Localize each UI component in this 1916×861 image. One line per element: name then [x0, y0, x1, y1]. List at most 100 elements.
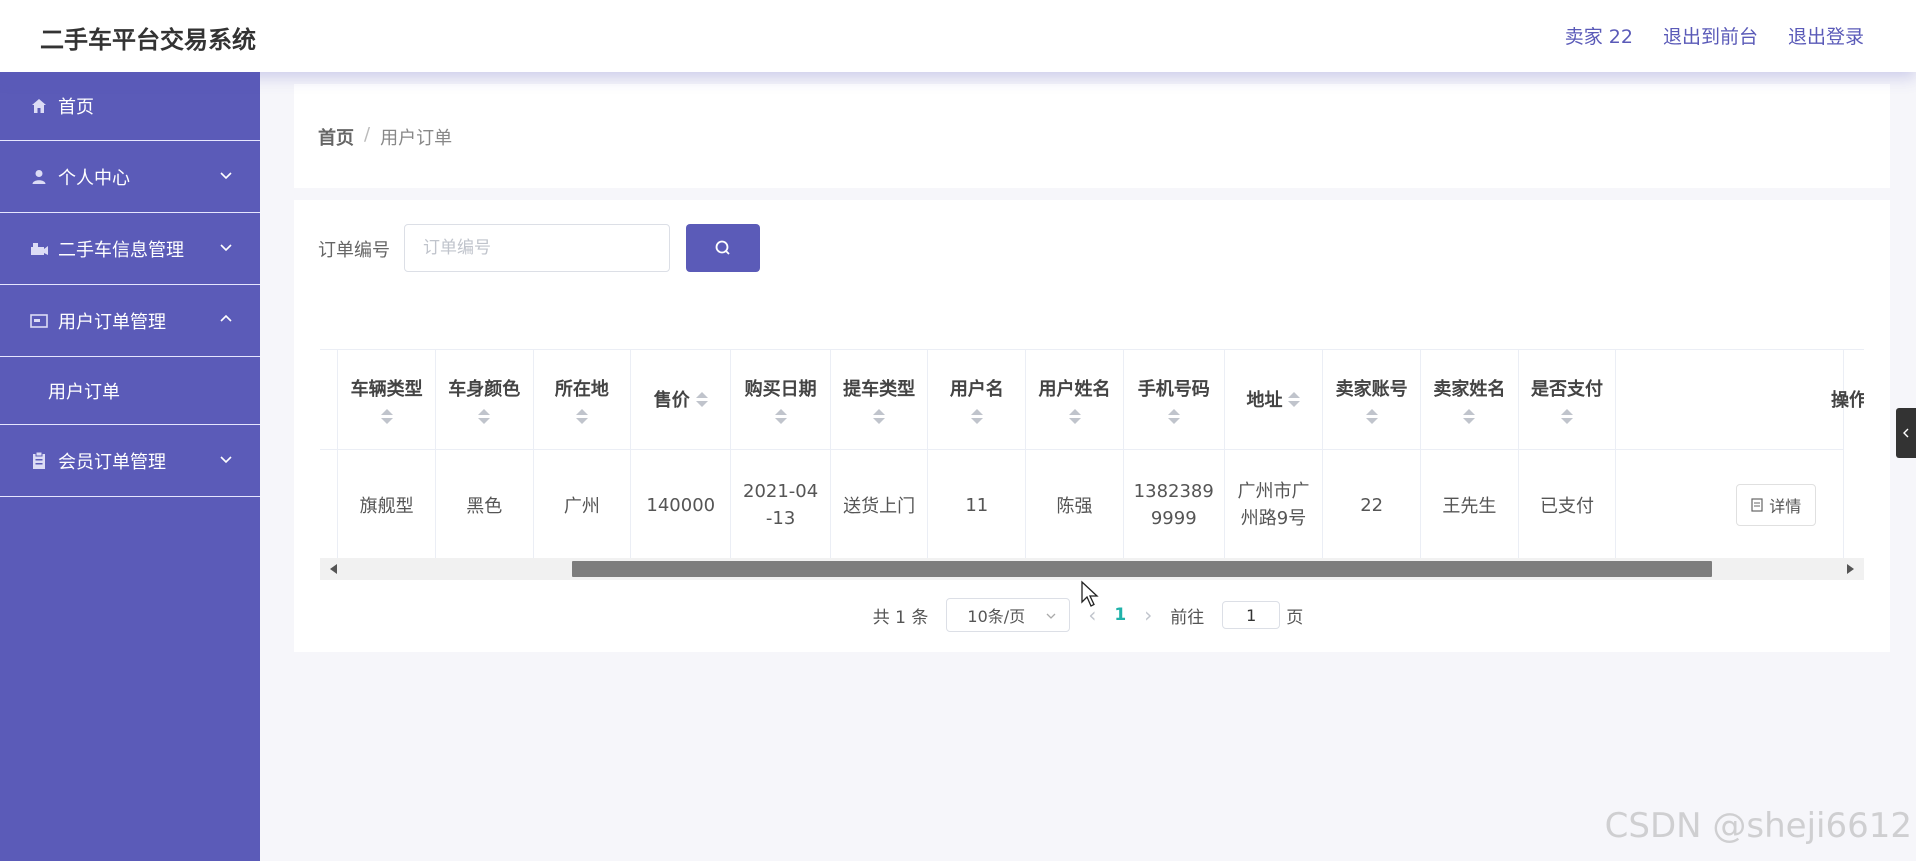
watermark: CSDN @sheji6612 [1604, 806, 1912, 846]
sort-icon [478, 408, 491, 424]
sidebar-item-car-info[interactable]: 二手车信息管理 [0, 213, 260, 285]
search-button[interactable] [686, 224, 760, 272]
table-cell: 22 [1322, 449, 1422, 562]
order-icon [28, 310, 50, 332]
sort-icon [970, 408, 983, 424]
chevron-down-icon [1046, 613, 1056, 619]
table-cell: 广州 [533, 449, 632, 562]
table-cell: 1382389 9999 [1123, 449, 1225, 562]
table-cell: 黑色 [435, 449, 534, 562]
sidebar-item-member-orders[interactable]: 会员订单管理 [0, 425, 260, 497]
sort-icon [695, 391, 708, 407]
breadcrumb-current: 用户订单 [380, 128, 453, 149]
table-header-cell[interactable]: 用户姓名 [1025, 350, 1124, 450]
table-header-cell[interactable]: 所在地 [533, 350, 632, 450]
scrollbar-thumb[interactable] [572, 561, 1712, 577]
table-cell: 2021-04 -13 [730, 449, 831, 562]
table-header-cell[interactable]: 车辆类型 [337, 350, 436, 450]
pagination-total: 共 1 条 [872, 607, 929, 628]
table-header-cell[interactable]: 售价 [630, 350, 732, 450]
table-cell: 140000 [630, 449, 732, 562]
document-icon [1751, 498, 1763, 512]
breadcrumb-card: 首页 / 用户订单 [294, 84, 1890, 188]
goto-label: 前往 [1170, 607, 1205, 628]
sidebar-item-user-orders[interactable]: 用户订单管理 [0, 285, 260, 357]
sidebar-item-label: 二手车信息管理 [58, 239, 184, 261]
detail-button[interactable]: 详情 [1736, 484, 1817, 526]
search-icon [715, 240, 730, 255]
table-header-cell[interactable]: 提车类型 [830, 350, 929, 450]
table-header-cell[interactable]: 是否支付 [1518, 350, 1617, 450]
top-header: 二手车平台交易系统 卖家 22 退出到前台 退出登录 [0, 0, 1916, 72]
main-content: 首页 / 用户订单 订单编号 车辆类型 车身颜色 [260, 72, 1916, 861]
logout-link[interactable]: 退出登录 [1788, 22, 1864, 49]
sort-icon [380, 408, 393, 424]
order-number-input[interactable] [404, 224, 670, 272]
table-header-cell-actions: 操作 [1615, 350, 1864, 450]
horizontal-scrollbar[interactable] [320, 558, 1864, 580]
clipboard-icon [28, 450, 50, 472]
next-page-icon[interactable]: › [1144, 603, 1152, 627]
table-header-cell[interactable]: 用户名 [927, 350, 1027, 450]
sort-icon [575, 408, 588, 424]
page-number-current[interactable]: 1 [1114, 605, 1126, 625]
sidebar-item-label: 首页 [58, 97, 94, 118]
chevron-up-icon [220, 314, 232, 322]
goto-page-input[interactable] [1222, 601, 1281, 629]
scroll-left-arrow-icon[interactable] [330, 564, 337, 574]
breadcrumb-separator: / [364, 124, 371, 145]
sidebar: 首页 个人中心 二手车信息管理 用户订单管理 用户订单 会员订单管理 [0, 72, 260, 861]
sort-icon [1365, 408, 1378, 424]
sort-icon [1560, 408, 1573, 424]
sidebar-item-personal-center[interactable]: 个人中心 [0, 141, 260, 213]
sidebar-item-label: 会员订单管理 [58, 451, 166, 473]
home-icon [28, 95, 50, 117]
search-label: 订单编号 [318, 240, 390, 261]
user-icon [28, 166, 50, 188]
table-cell: 已支付 [1518, 449, 1617, 562]
sort-icon [1167, 408, 1180, 424]
sidebar-subitem-user-order[interactable]: 用户订单 [0, 357, 260, 425]
panel-toggle-button[interactable] [1896, 408, 1916, 458]
exit-to-front-link[interactable]: 退出到前台 [1663, 22, 1758, 49]
chevron-left-icon [1903, 428, 1909, 438]
orders-table: 车辆类型 车身颜色 所在地 售价 购买日期 提车类型 用户名 用户姓名 手机号码… [320, 349, 1864, 584]
table-header-cell[interactable]: 地址 [1224, 350, 1324, 450]
breadcrumb-home[interactable]: 首页 [318, 124, 354, 150]
table-header-cell[interactable]: 卖家姓名 [1420, 350, 1519, 450]
sidebar-item-label: 个人中心 [58, 167, 130, 189]
car-icon [28, 238, 50, 260]
table-cell: 王先生 [1420, 449, 1519, 562]
table-cell: 广州市广 州路9号 [1224, 449, 1324, 562]
chevron-down-icon [220, 244, 232, 252]
sidebar-item-label: 用户订单管理 [58, 311, 166, 333]
table-header-cell[interactable]: 车身颜色 [435, 350, 534, 450]
mouse-cursor-icon [1081, 580, 1099, 607]
header-actions: 卖家 22 退出到前台 退出登录 [1565, 22, 1864, 49]
sort-icon [873, 408, 886, 424]
table-cell: 旗舰型 [337, 449, 436, 562]
sort-icon [1288, 391, 1301, 407]
table-header-cell[interactable]: 卖家账号 [1322, 350, 1422, 450]
sort-icon [1463, 408, 1476, 424]
table-cell: 陈强 [1025, 449, 1124, 562]
table-header-cell[interactable]: 手机号码 [1123, 350, 1225, 450]
table-cell: 11 [927, 449, 1027, 562]
table-header-cell[interactable]: 购买日期 [730, 350, 831, 450]
sort-icon [774, 408, 787, 424]
orders-table-grid: 车辆类型 车身颜色 所在地 售价 购买日期 提车类型 用户名 用户姓名 手机号码… [320, 350, 1864, 562]
table-row: 旗舰型 黑色 广州 140000 2021-04 -13 送货上门 11 陈强 … [320, 449, 1844, 562]
page-size-select[interactable]: 10条/页 [946, 598, 1071, 632]
table-cell-partial [320, 449, 339, 562]
table-header-row: 车辆类型 车身颜色 所在地 售价 购买日期 提车类型 用户名 用户姓名 手机号码… [320, 350, 1864, 450]
current-user[interactable]: 卖家 22 [1565, 22, 1633, 49]
page-suffix: 页 [1286, 607, 1304, 628]
sidebar-item-home[interactable]: 首页 [0, 72, 260, 141]
sort-icon [1068, 408, 1081, 424]
scroll-right-arrow-icon[interactable] [1847, 564, 1854, 574]
chevron-down-icon [220, 172, 232, 180]
app-title: 二手车平台交易系统 [40, 26, 256, 54]
table-cell-actions: 详情 [1615, 449, 1844, 562]
table-header-cell-partial [320, 350, 339, 450]
chevron-down-icon [220, 456, 232, 464]
